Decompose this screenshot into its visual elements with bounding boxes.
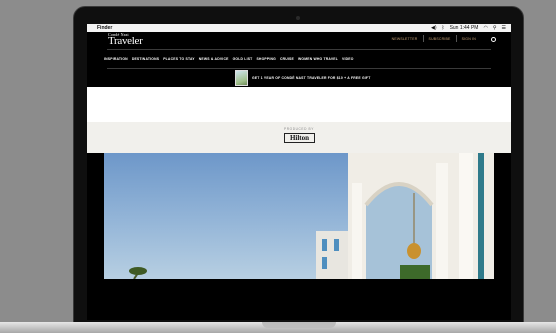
camera-icon [296,16,300,20]
subscribe-link[interactable]: SUBSCRIBE [424,37,456,42]
search-icon[interactable] [491,37,496,42]
sign-in-link[interactable]: SIGN IN [457,37,481,42]
promo-text: GET 1 YEAR OF CONDÉ NAST TRAVELER FOR $1… [252,76,371,80]
sponsor-banner: PRODUCED BY Hilton [87,122,511,153]
nav-item-gold-list[interactable]: GOLD LIST [233,57,253,61]
masthead-divider [107,49,491,50]
lantern-icon [407,243,421,259]
sponsor-label: PRODUCED BY [284,127,314,131]
nav-item-cruise[interactable]: CRUISE [280,57,294,61]
bluetooth-icon[interactable]: ᛒ [442,25,445,31]
main-nav: INSPIRATION DESTINATIONS PLACES TO STAY … [104,57,354,61]
nav-item-news-advice[interactable]: NEWS & ADVICE [199,57,229,61]
nav-item-video[interactable]: VIDEO [342,57,354,61]
column [459,153,473,279]
nav-item-women-who-travel[interactable]: WOMEN WHO TRAVEL [298,57,338,61]
page-below-fold [87,279,511,320]
hilton-logo[interactable]: Hilton [284,133,315,143]
nav-item-inspiration[interactable]: INSPIRATION [104,57,128,61]
arch-opening [366,184,432,279]
distant-building [316,231,350,279]
logo-wordmark: Traveler [108,35,143,47]
palm-fronds [129,267,147,275]
nav-divider [107,68,491,69]
building-window [334,239,339,251]
top-links: NEWSLETTER SUBSCRIBE SIGN IN [387,35,481,42]
blue-tile-column [478,153,484,279]
building-window [322,239,327,251]
laptop-notch [262,322,336,328]
site-logo[interactable]: Condé Nast Traveler [108,33,143,47]
menubar-status: ◀) ᛒ Sun 1:44 PM ◠ ⚲ ☰ [431,25,506,31]
menubar-app-name[interactable]: Finder [97,25,112,31]
ad-slot [87,87,511,122]
mac-menubar: Finder ◀) ᛒ Sun 1:44 PM ◠ ⚲ ☰ [87,24,511,32]
nav-item-destinations[interactable]: DESTINATIONS [132,57,159,61]
building-window [322,257,327,269]
screen: Finder ◀) ᛒ Sun 1:44 PM ◠ ⚲ ☰ Condé Nast… [87,24,511,320]
masthead: Condé Nast Traveler NEWSLETTER SUBSCRIBE… [87,32,511,48]
column [436,163,448,279]
menubar-clock[interactable]: Sun 1:44 PM [450,25,479,31]
subscription-promo[interactable]: GET 1 YEAR OF CONDÉ NAST TRAVELER FOR $1… [235,70,370,86]
spotlight-search-icon[interactable]: ⚲ [493,25,497,31]
newsletter-link[interactable]: NEWSLETTER [387,37,423,42]
webpage: Condé Nast Traveler NEWSLETTER SUBSCRIBE… [87,32,511,320]
column [352,183,362,279]
foliage [400,265,430,279]
nav-item-shopping[interactable]: SHOPPING [256,57,276,61]
magazine-cover-image [235,70,248,86]
nav-item-places-to-stay[interactable]: PLACES TO STAY [163,57,195,61]
notification-center-icon[interactable]: ☰ [502,25,506,31]
hero-image [104,153,494,279]
hero-hotel-illustration [129,153,494,279]
volume-icon[interactable]: ◀) [431,25,437,31]
wifi-icon[interactable]: ◠ [483,25,487,31]
